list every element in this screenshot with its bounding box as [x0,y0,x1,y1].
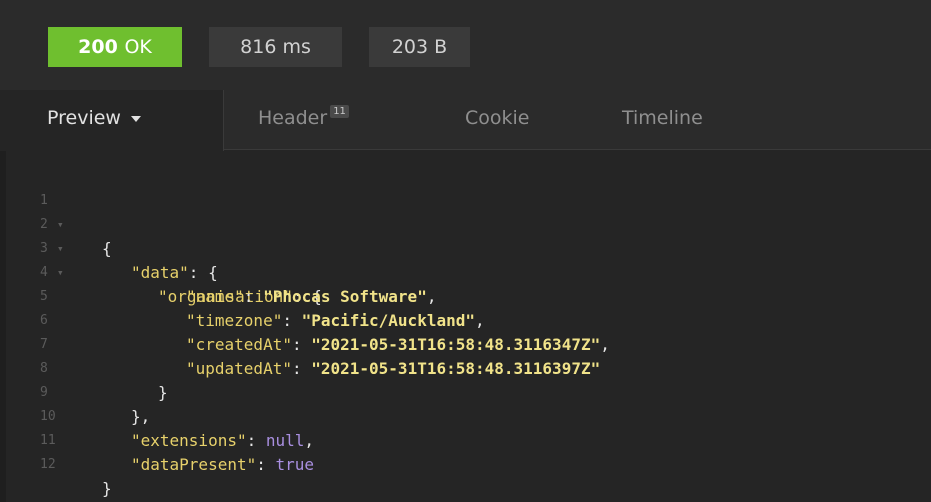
tab-preview-label: Preview [47,107,121,129]
response-status-bar: 200 OK 816 ms 203 B [0,0,931,90]
line-number: 12 [40,457,56,472]
json-preview-editor[interactable]: 1 ▾ { 2 ▾ "data": { 3 ▾ "organisation": … [0,151,931,502]
code-line: 10 "extensions": null, [0,381,931,450]
code-line: 3 ▾ "organisation": { [0,213,931,306]
response-time-badge: 816 ms [209,27,342,67]
tab-header[interactable]: Header 11 [258,90,349,150]
json-boolean-value: true [275,455,315,474]
response-pane: 200 OK 816 ms 203 B Preview Header 11 Coo… [0,0,931,502]
status-code-badge: 200 OK [48,27,182,67]
tab-timeline[interactable]: Timeline [622,90,703,150]
code-line: 2 ▾ "data": { [0,189,931,282]
code-line: 8 } [0,333,931,402]
response-size-badge: 203 B [369,27,470,67]
code-line: 1 ▾ { [0,165,931,258]
code-line: 11 "dataPresent": true [0,405,931,474]
response-tab-bar: Preview Header 11 Cookie Timeline [0,90,931,151]
status-code: 200 [78,36,118,58]
code-line: 12 } [0,429,931,498]
tab-cookie[interactable]: Cookie [465,90,530,150]
tab-timeline-label: Timeline [622,107,703,129]
header-count-badge: 11 [330,105,349,118]
json-key: "dataPresent" [131,455,257,474]
code-line: 7 "updatedAt": "2021-05-31T16:58:48.3116… [0,309,931,378]
tab-cookie-label: Cookie [465,107,530,129]
code-line: 4 "name": "Phocas Software", [0,237,931,306]
code-line: 6 "createdAt": "2021-05-31T16:58:48.3116… [0,285,931,354]
tab-preview[interactable]: Preview [0,90,224,151]
caret-down-icon[interactable] [130,115,141,122]
tab-header-label: Header [258,107,328,129]
code-line: 5 "timezone": "Pacific/Auckland", [0,261,931,330]
code-line: 9 }, [0,357,931,426]
status-text: OK [124,36,152,58]
